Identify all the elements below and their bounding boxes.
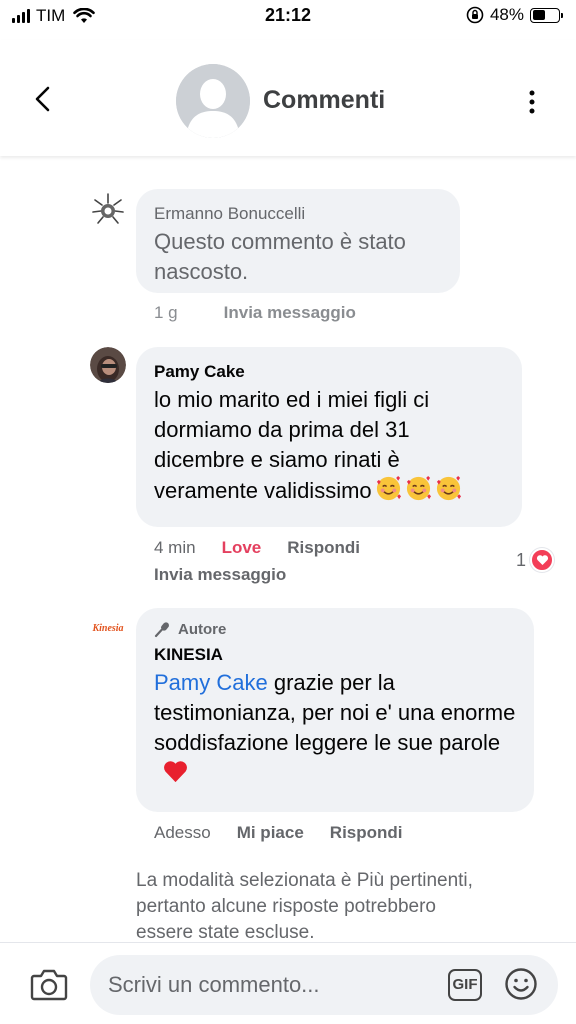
battery-percent: 48% — [489, 5, 524, 24]
comment-text: Pamy Cake grazie per la testimonianza, p… — [154, 668, 516, 789]
page-title: Commenti — [263, 86, 386, 114]
microphone-icon — [154, 622, 169, 638]
reply-button[interactable]: Rispondi — [287, 538, 360, 558]
comment-input-placeholder: Scrivi un commento... — [108, 972, 320, 997]
send-message-link[interactable]: Invia messaggio — [154, 565, 286, 585]
emoji-group — [372, 475, 462, 503]
avatar[interactable] — [90, 347, 126, 383]
comment-actions-secondary: Invia messaggio — [154, 565, 286, 585]
status-bar: TIM 21:12 48% — [0, 0, 576, 34]
comment-actions: 1 g Invia messaggio — [154, 303, 356, 323]
status-right: 48% — [466, 5, 563, 25]
mention-link[interactable]: Pamy Cake — [154, 670, 268, 695]
heart-reaction-icon — [530, 548, 555, 572]
comment-text: lo mio marito ed i miei figli ci dormiam… — [154, 385, 504, 506]
comment-time: 1 g — [154, 303, 178, 322]
comment-bubble: Ermanno Bonuccelli Questo commento è sta… — [136, 189, 460, 293]
comment-input[interactable]: Scrivi un commento... GIF — [90, 955, 558, 1015]
starburst-avatar-icon — [90, 192, 126, 228]
author-tag: Autore — [154, 620, 516, 640]
smiling-face-with-hearts-icon — [376, 475, 401, 501]
avatar[interactable]: Kinesia — [88, 614, 128, 642]
sort-notice: La modalità selezionata è Più pertinenti… — [136, 870, 473, 943]
kinesia-logo: Kinesia — [92, 622, 124, 634]
more-options-icon[interactable] — [528, 90, 536, 114]
send-message-link[interactable]: Invia messaggio — [224, 303, 356, 323]
comment-bubble: Autore KINESIA Pamy Cake grazie per la t… — [136, 608, 534, 812]
reply-button[interactable]: Rispondi — [330, 823, 403, 843]
avatar[interactable] — [90, 192, 126, 228]
comment-time: 4 min — [154, 538, 196, 557]
user-photo-avatar — [90, 347, 126, 383]
comment-time: Adesso — [154, 823, 211, 842]
comment-actions: 4 min Love Rispondi — [154, 538, 360, 558]
author-tag-label: Autore — [178, 621, 227, 638]
comment-composer: Scrivi un commento... GIF — [0, 942, 576, 1024]
smiling-face-with-hearts-icon — [406, 475, 431, 501]
reaction-count: 1 — [516, 549, 527, 570]
header: Commenti — [0, 40, 576, 156]
orientation-lock-icon — [466, 6, 484, 24]
default-user-icon — [176, 64, 250, 138]
comment-author[interactable]: Ermanno Bonuccelli — [154, 203, 442, 225]
comment-author[interactable]: Pamy Cake — [154, 361, 504, 383]
comment-bubble: Pamy Cake lo mio marito ed i miei figli … — [136, 347, 522, 527]
battery-icon — [530, 7, 563, 23]
camera-icon[interactable] — [30, 967, 68, 1001]
emoji-picker-icon[interactable] — [504, 967, 538, 1001]
like-button[interactable]: Mi piace — [237, 823, 304, 843]
profile-avatar[interactable] — [176, 64, 250, 138]
comment-text: Questo commento è stato nascosto. — [154, 229, 406, 284]
red-heart-icon — [164, 761, 187, 783]
smiling-face-with-hearts-icon — [436, 475, 461, 501]
reaction-count-badge[interactable]: 1 — [516, 548, 555, 572]
comment-author[interactable]: KINESIA — [154, 644, 516, 666]
back-arrow-icon[interactable] — [28, 84, 58, 114]
gif-button[interactable]: GIF — [448, 969, 482, 1001]
comment-actions: Adesso Mi piace Rispondi — [154, 823, 403, 843]
love-reaction-button[interactable]: Love — [222, 538, 262, 558]
